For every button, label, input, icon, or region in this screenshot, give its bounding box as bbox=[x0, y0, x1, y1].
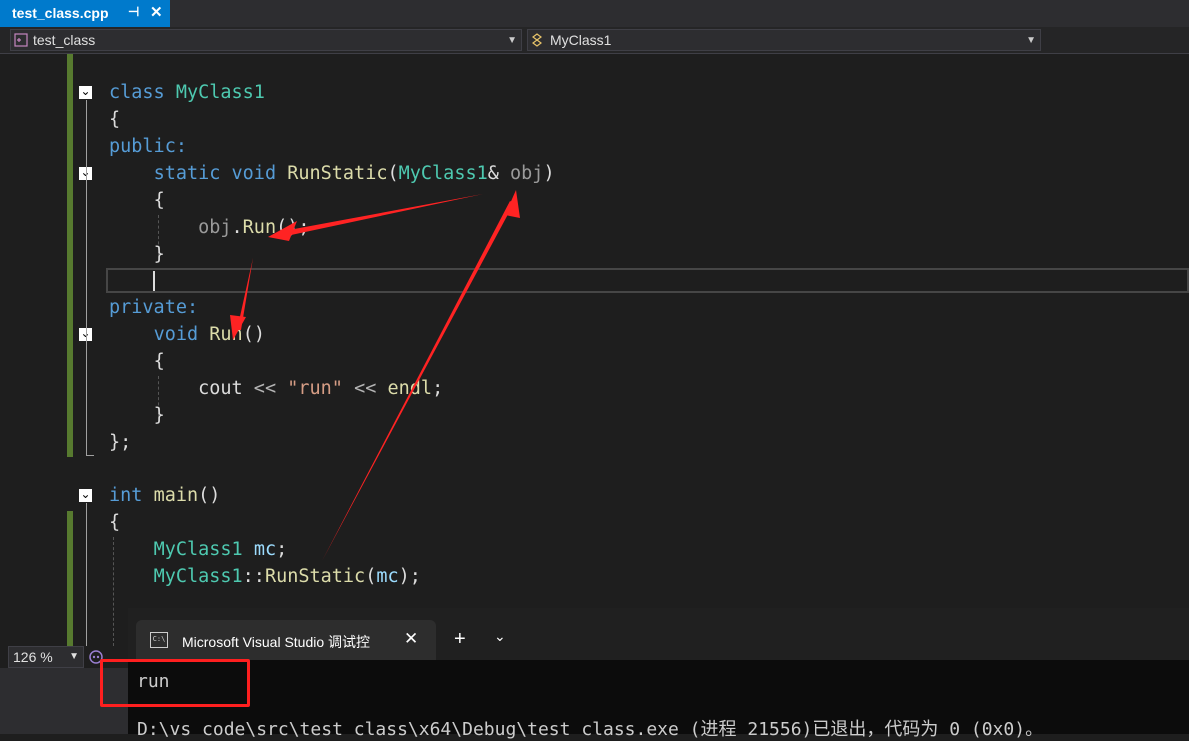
annotation-arrow bbox=[277, 194, 483, 238]
annotation-arrow-head bbox=[230, 315, 246, 340]
annotation-arrow-head bbox=[505, 190, 520, 218]
annotation-arrow-head bbox=[268, 221, 297, 241]
annotation-arrows bbox=[230, 190, 520, 561]
annotation-arrow bbox=[322, 201, 514, 561]
